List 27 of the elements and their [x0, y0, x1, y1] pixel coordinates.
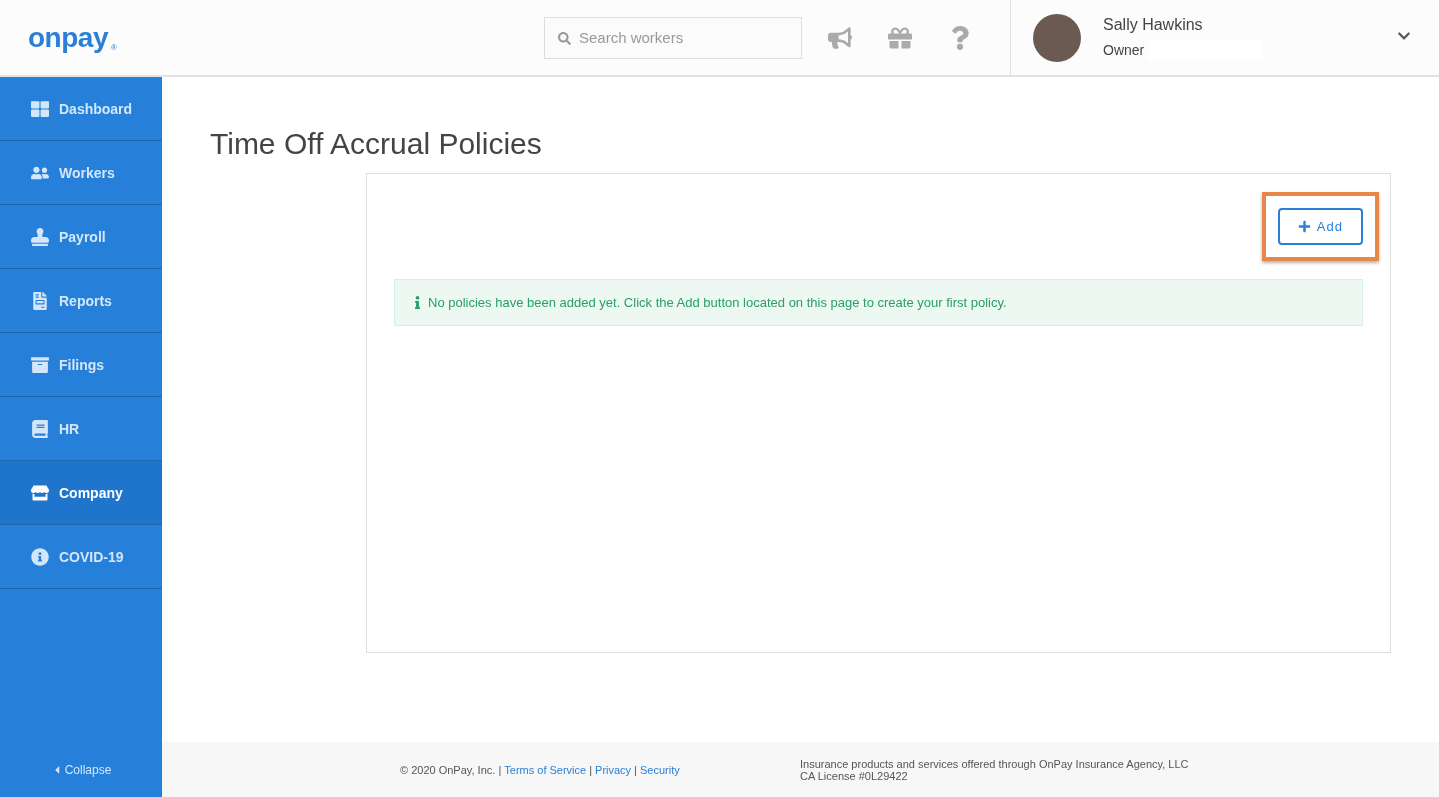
footer-link[interactable]: Terms of Service: [504, 763, 587, 776]
plus-icon: [1297, 220, 1311, 233]
search-icon: [558, 31, 571, 45]
sidebar-item[interactable]: Company: [0, 461, 162, 525]
license-text: CA License #0L29422: [800, 769, 909, 782]
info-notice: No policies have been added yet. Click the Add button located on this page to create your first policy.: [394, 279, 1363, 326]
footer-link[interactable]: Privacy: [595, 763, 632, 776]
copyright-text: © 2020 OnPay, Inc. |: [400, 763, 502, 776]
insurance-text: Insurance products and services offered through OnPay Insurance Agency, LLC: [800, 757, 1189, 770]
info-icon: [31, 547, 49, 566]
page-title: Time Off Accrual Policies: [210, 127, 543, 161]
book-icon: [31, 419, 49, 438]
user-name: Sally Hawkins: [1103, 15, 1204, 34]
cabinet-icon: [31, 355, 49, 374]
user-role: Owner: [1103, 41, 1145, 58]
footer-link[interactable]: Security: [639, 763, 680, 776]
search-field[interactable]: Search workers: [544, 16, 802, 59]
store-icon: [31, 483, 49, 502]
avatar: [1033, 13, 1081, 62]
report-icon: [31, 291, 49, 310]
separator-text: |: [634, 763, 637, 776]
collapse-link[interactable]: Collapse: [0, 742, 162, 797]
separator-text: |: [589, 763, 593, 776]
logo: onpay®: [28, 23, 118, 52]
grid-icon: [31, 99, 49, 118]
add-button[interactable]: Add: [1277, 208, 1363, 245]
stamp-icon: [31, 227, 49, 246]
